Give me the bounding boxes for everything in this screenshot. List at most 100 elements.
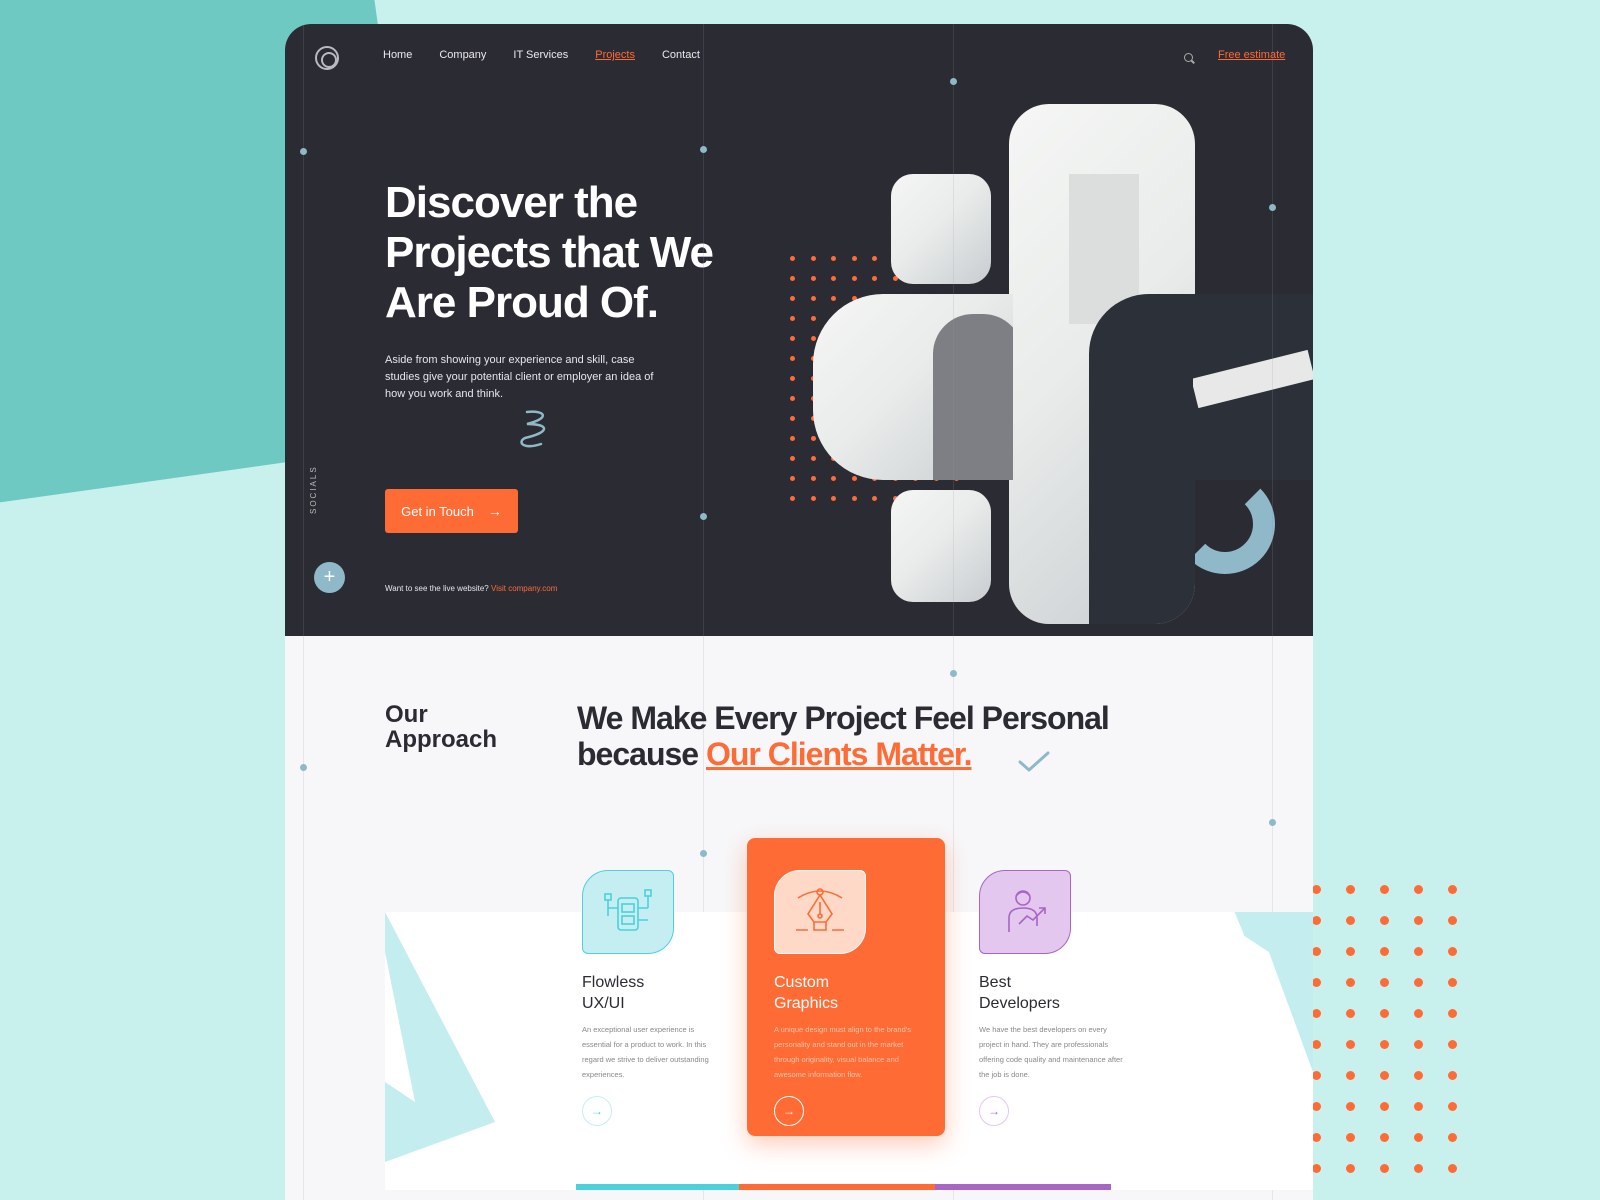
free-estimate-link[interactable]: Free estimate <box>1218 49 1285 61</box>
visit-company-link[interactable]: Visit company.com <box>491 584 557 593</box>
nav-company[interactable]: Company <box>439 49 486 61</box>
dot <box>1414 1164 1423 1173</box>
dot <box>1448 947 1457 956</box>
dot <box>810 336 816 341</box>
dot <box>1448 1133 1457 1142</box>
dot <box>851 496 857 501</box>
dot <box>790 496 795 501</box>
nav-it-services[interactable]: IT Services <box>513 49 568 61</box>
dot <box>851 276 857 281</box>
dot <box>1448 978 1457 987</box>
dot <box>790 376 795 381</box>
dot <box>1346 947 1355 956</box>
dot <box>810 256 816 261</box>
card-text-graphics: A unique design must align to the brand'… <box>774 1025 911 1079</box>
nav-home[interactable]: Home <box>383 49 412 61</box>
dot <box>1380 885 1389 894</box>
dot <box>1414 916 1423 925</box>
dot <box>790 456 795 461</box>
triangle-decoration <box>1234 912 1313 1072</box>
guide-node <box>300 764 307 771</box>
dot <box>1414 1009 1423 1018</box>
dot <box>831 296 836 301</box>
get-in-touch-button[interactable]: Get in Touch → <box>385 489 518 533</box>
dot <box>1380 947 1389 956</box>
dot <box>1312 978 1321 987</box>
live-prefix: Want to see the live website? <box>385 584 489 593</box>
dot <box>851 256 857 261</box>
dot <box>1312 1133 1321 1142</box>
dot <box>1414 1133 1423 1142</box>
dot <box>1346 1164 1355 1173</box>
dot <box>1346 1009 1355 1018</box>
hero-photo <box>1009 104 1195 624</box>
dot <box>1380 1040 1389 1049</box>
guide-node <box>1269 819 1276 826</box>
card-title-graphics: Custom Graphics <box>774 974 839 1012</box>
dot <box>790 436 795 441</box>
cta-label: Get in Touch <box>401 503 474 519</box>
approach-title-line1: We Make Every Project Feel Personal <box>577 700 1110 736</box>
guide-line <box>303 24 304 1200</box>
dot <box>1448 916 1457 925</box>
dot <box>1312 1071 1321 1080</box>
dot <box>790 336 795 341</box>
guide-node <box>950 670 957 677</box>
approach-title-prefix: because <box>577 736 699 772</box>
dot <box>810 496 816 501</box>
progress-bar-graphics <box>739 1184 935 1190</box>
dot <box>831 476 836 481</box>
dot <box>810 276 816 281</box>
plus-icon[interactable]: + <box>314 562 345 593</box>
dot <box>831 276 836 281</box>
dot <box>1448 1040 1457 1049</box>
card-text-developers: We have the best developers on every pro… <box>979 1025 1123 1079</box>
live-website-note: Want to see the live website? Visit comp… <box>385 584 557 593</box>
checkmark-icon <box>1018 751 1050 772</box>
dot <box>1448 1009 1457 1018</box>
nav-contact[interactable]: Contact <box>662 49 700 61</box>
squiggle-decoration <box>520 410 546 448</box>
dot <box>872 496 877 501</box>
pen-tool-icon <box>774 870 866 954</box>
wireframe-icon <box>582 870 674 954</box>
dot <box>790 316 795 321</box>
search-icon[interactable] <box>1184 53 1193 62</box>
hero-description: Aside from showing your experience and s… <box>385 354 654 400</box>
dot <box>1346 1102 1355 1111</box>
logo-icon[interactable] <box>315 46 339 70</box>
dot <box>872 256 877 261</box>
hero-title: Discover the Projects that We Are Proud … <box>385 178 714 327</box>
dot <box>810 296 816 301</box>
triangle-decoration <box>385 912 495 1162</box>
guide-node <box>700 146 707 153</box>
arrow-right-icon[interactable]: → <box>582 1096 612 1126</box>
dot <box>1380 1071 1389 1080</box>
approach-label: Our Approach <box>385 701 498 753</box>
dot <box>1346 916 1355 925</box>
arrow-right-icon[interactable]: → <box>979 1096 1009 1126</box>
dot <box>1346 1133 1355 1142</box>
decorative-dot-grid <box>1312 885 1482 1195</box>
dot <box>1380 978 1389 987</box>
dot <box>1380 1133 1389 1142</box>
approach-title-highlight: Our Clients Matter. <box>705 736 972 772</box>
arrow-right-icon[interactable]: → <box>774 1096 804 1126</box>
dot <box>790 476 795 481</box>
nav-projects[interactable]: Projects <box>595 49 635 61</box>
dot <box>1312 1009 1321 1018</box>
dot <box>1346 1071 1355 1080</box>
dot <box>1312 1102 1321 1111</box>
dot <box>1380 1009 1389 1018</box>
guide-node <box>700 850 707 857</box>
card-title-uxui: Flowless UX/UI <box>582 974 645 1012</box>
dot <box>790 296 795 301</box>
dot <box>1380 1164 1389 1173</box>
dot <box>1448 1071 1457 1080</box>
dot <box>1346 885 1355 894</box>
progress-bar-uxui <box>576 1184 739 1190</box>
dot <box>1380 1102 1389 1111</box>
dot <box>872 276 877 281</box>
guide-node <box>950 78 957 85</box>
hero-photo-left <box>813 294 1013 480</box>
